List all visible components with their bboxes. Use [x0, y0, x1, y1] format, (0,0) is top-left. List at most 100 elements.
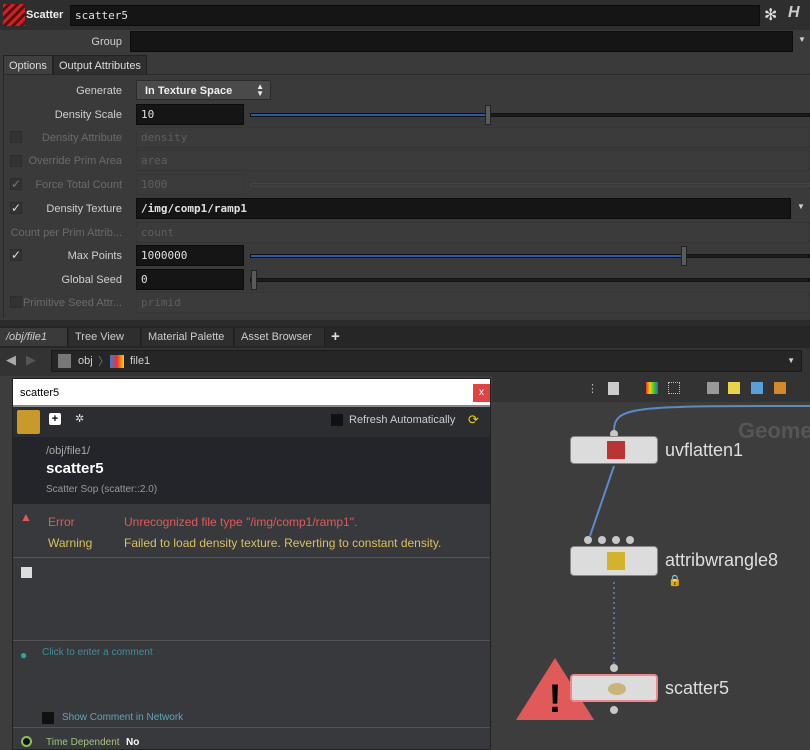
node-uvflatten1[interactable]: [570, 436, 658, 464]
node-path: /obj/file1/: [46, 445, 91, 457]
forward-icon[interactable]: ▶: [26, 352, 36, 368]
override-prim-area-field[interactable]: area: [136, 150, 810, 171]
max-points-checkbox[interactable]: ✓: [10, 249, 22, 261]
pin-icon[interactable]: [17, 410, 40, 434]
expand-icon[interactable]: +: [49, 413, 61, 425]
error-label: Error: [48, 515, 75, 529]
show-comment-checkbox[interactable]: [42, 712, 54, 724]
error-icon: ▲: [20, 510, 32, 524]
generate-value: In Texture Space: [145, 85, 233, 97]
density-texture-field[interactable]: /img/comp1/ramp1: [136, 198, 791, 219]
lock-icon[interactable]: 🔒: [668, 574, 682, 587]
tab-options[interactable]: Options: [3, 55, 53, 75]
slider-handle[interactable]: [485, 105, 492, 125]
gear-icon[interactable]: ✻: [764, 5, 777, 25]
path-file1[interactable]: file1: [130, 355, 150, 367]
global-seed-field[interactable]: 0: [136, 269, 244, 290]
wire-input: [613, 405, 810, 433]
help-icon[interactable]: H: [788, 4, 800, 22]
comment-field[interactable]: Click to enter a comment: [42, 647, 153, 658]
slider-handle[interactable]: [251, 270, 257, 290]
density-attribute-checkbox[interactable]: [10, 131, 22, 143]
override-prim-area-label: Override Prim Area: [28, 155, 122, 167]
node-name-field[interactable]: scatter5: [70, 5, 760, 26]
path-obj[interactable]: obj: [78, 355, 93, 367]
show-comment-label: Show Comment in Network: [62, 712, 184, 723]
node-label-scatter5[interactable]: scatter5: [665, 678, 729, 699]
updown-icon: ▲ ▼: [256, 82, 264, 98]
path-field[interactable]: obj 〉 file1 ▼: [51, 350, 802, 372]
output-connector[interactable]: [610, 706, 618, 714]
input-connector[interactable]: [584, 536, 592, 544]
pane-tab-material-palette[interactable]: Material Palette: [142, 328, 234, 346]
global-seed-slider[interactable]: [250, 270, 810, 290]
clock-icon: [21, 736, 32, 747]
node-label-uvflatten1[interactable]: uvflatten1: [665, 440, 743, 461]
node-scatter5[interactable]: [570, 674, 658, 702]
node-type: Scatter Sop (scatter::2.0): [46, 484, 158, 495]
info-titlebar[interactable]: scatter5 x: [13, 379, 490, 407]
slider-handle[interactable]: [680, 246, 687, 266]
error-message: Unrecognized file type "/img/comp1/ramp1…: [124, 515, 358, 529]
pane-tab-network[interactable]: /obj/file1: [0, 328, 68, 346]
add-tab-icon[interactable]: +: [331, 328, 340, 345]
path-dropdown-icon[interactable]: ▼: [787, 356, 795, 365]
info-node-header: /obj/file1/ scatter5 Scatter Sop (scatte…: [13, 437, 490, 504]
force-total-count-label: Force Total Count: [35, 179, 122, 191]
divider: [13, 640, 490, 641]
geometry-icon: [21, 567, 32, 578]
refresh-icon[interactable]: ⟳: [468, 412, 479, 428]
info-title: scatter5: [20, 387, 60, 399]
density-attribute-label: Density Attribute: [41, 132, 122, 144]
density-attribute-field[interactable]: density: [136, 127, 810, 148]
force-total-count-slider[interactable]: [250, 183, 810, 187]
prim-seed-label: Primitive Seed Attr...: [22, 297, 122, 309]
tab-output-attributes[interactable]: Output Attributes: [53, 55, 147, 75]
obj-icon: [58, 354, 71, 368]
divider: [13, 727, 490, 728]
pane-tab-tree-view[interactable]: Tree View: [69, 328, 141, 346]
time-dependent-value: No: [126, 737, 140, 748]
scatter-icon: [608, 683, 626, 695]
input-connector[interactable]: [612, 536, 620, 544]
generate-menu[interactable]: In Texture Space ▲ ▼: [136, 80, 271, 100]
path-separator-icon: 〉: [98, 356, 109, 368]
refresh-checkbox[interactable]: [331, 414, 343, 426]
uvflatten-icon: [607, 441, 625, 459]
debug-icon[interactable]: ✲: [75, 412, 84, 425]
count-per-prim-field[interactable]: count: [136, 222, 810, 243]
group-dropdown-icon[interactable]: ▼: [798, 35, 806, 44]
node-type-label: Scatter: [26, 9, 64, 21]
back-icon[interactable]: ◀: [6, 352, 16, 368]
group-field[interactable]: [130, 31, 793, 52]
max-points-slider[interactable]: [250, 246, 810, 266]
max-points-field[interactable]: 1000000: [136, 245, 244, 266]
input-connector[interactable]: [610, 664, 618, 672]
scatter-node-icon: [3, 4, 25, 26]
count-per-prim-label: Count per Prim Attrib...: [10, 227, 122, 239]
force-total-count-checkbox[interactable]: ✓: [10, 178, 22, 190]
node-info-window: scatter5 x + ✲ Refresh Automatically ⟳ /…: [12, 378, 491, 750]
density-scale-slider[interactable]: [250, 105, 810, 125]
node-name: scatter5: [46, 460, 104, 477]
input-connector[interactable]: [626, 536, 634, 544]
density-scale-field[interactable]: 10: [136, 104, 244, 125]
node-attribwrangle8[interactable]: [570, 546, 658, 576]
group-label: Group: [91, 36, 122, 48]
density-texture-checkbox[interactable]: ✓: [10, 202, 22, 214]
node-label-attribwrangle8[interactable]: attribwrangle8: [665, 550, 778, 571]
prim-seed-field[interactable]: primid: [136, 292, 810, 313]
close-button[interactable]: x: [473, 384, 490, 402]
override-prim-area-checkbox[interactable]: [10, 155, 22, 167]
warning-label: Warning: [48, 536, 93, 550]
time-dependent-label: Time Dependent: [46, 737, 120, 748]
input-connector[interactable]: [598, 536, 606, 544]
prim-seed-checkbox[interactable]: [10, 296, 22, 308]
node-header: Scatter scatter5 ✻ H: [0, 0, 810, 30]
divider: [13, 557, 490, 558]
generate-label: Generate: [76, 85, 122, 97]
pane-tab-asset-browser[interactable]: Asset Browser: [235, 328, 325, 346]
wrangle-icon: [607, 552, 625, 570]
file-chooser-icon[interactable]: ▼: [797, 202, 805, 211]
force-total-count-field[interactable]: 1000: [136, 174, 244, 195]
